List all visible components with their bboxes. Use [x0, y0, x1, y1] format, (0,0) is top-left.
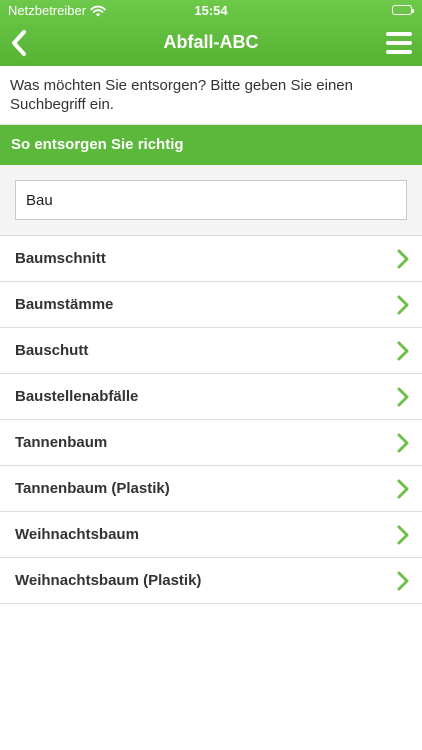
chevron-right-icon	[397, 341, 409, 361]
list-item[interactable]: Tannenbaum (Plastik)	[0, 466, 422, 512]
search-input[interactable]	[15, 180, 407, 220]
list-item-label: Bauschutt	[15, 342, 89, 359]
list-item[interactable]: Baustellenabfälle	[0, 374, 422, 420]
results-list: Baumschnitt Baumstämme Bauschutt Baustellen…	[0, 235, 422, 604]
search-area	[0, 165, 422, 235]
list-item-label: Baumstämme	[15, 296, 114, 313]
hamburger-menu-icon[interactable]	[386, 30, 412, 56]
list-item-label: Tannenbaum	[15, 434, 108, 451]
section-header: So entsorgen Sie richtig	[0, 125, 422, 165]
list-item[interactable]: Bauschutt	[0, 328, 422, 374]
list-item-label: Baustellenabfälle	[15, 388, 139, 405]
chevron-right-icon	[397, 387, 409, 407]
battery-icon	[392, 5, 414, 15]
status-bar: Netzbetreiber 15:54	[0, 0, 422, 22]
list-item[interactable]: Baumstämme	[0, 282, 422, 328]
list-item[interactable]: Baumschnitt	[0, 236, 422, 282]
list-item[interactable]: Tannenbaum	[0, 420, 422, 466]
list-item[interactable]: Weihnachtsbaum	[0, 512, 422, 558]
list-item-label: Baumschnitt	[15, 250, 106, 267]
chevron-right-icon	[397, 479, 409, 499]
chevron-right-icon	[397, 525, 409, 545]
list-item-label: Tannenbaum (Plastik)	[15, 480, 170, 497]
status-time: 15:54	[194, 3, 228, 18]
chevron-right-icon	[397, 433, 409, 453]
list-item-label: Weihnachtsbaum (Plastik)	[15, 572, 202, 589]
intro-text: Was möchten Sie entsorgen? Bitte geben S…	[0, 66, 422, 125]
chevron-right-icon	[397, 571, 409, 591]
page-title: Abfall-ABC	[163, 32, 259, 52]
chevron-right-icon	[397, 249, 409, 269]
list-item[interactable]: Weihnachtsbaum (Plastik)	[0, 558, 422, 604]
navigation-bar: Abfall-ABC	[0, 22, 422, 66]
list-item-label: Weihnachtsbaum	[15, 526, 139, 543]
top-bar: Netzbetreiber 15:54 Abfall-ABC	[0, 0, 422, 66]
chevron-right-icon	[397, 295, 409, 315]
